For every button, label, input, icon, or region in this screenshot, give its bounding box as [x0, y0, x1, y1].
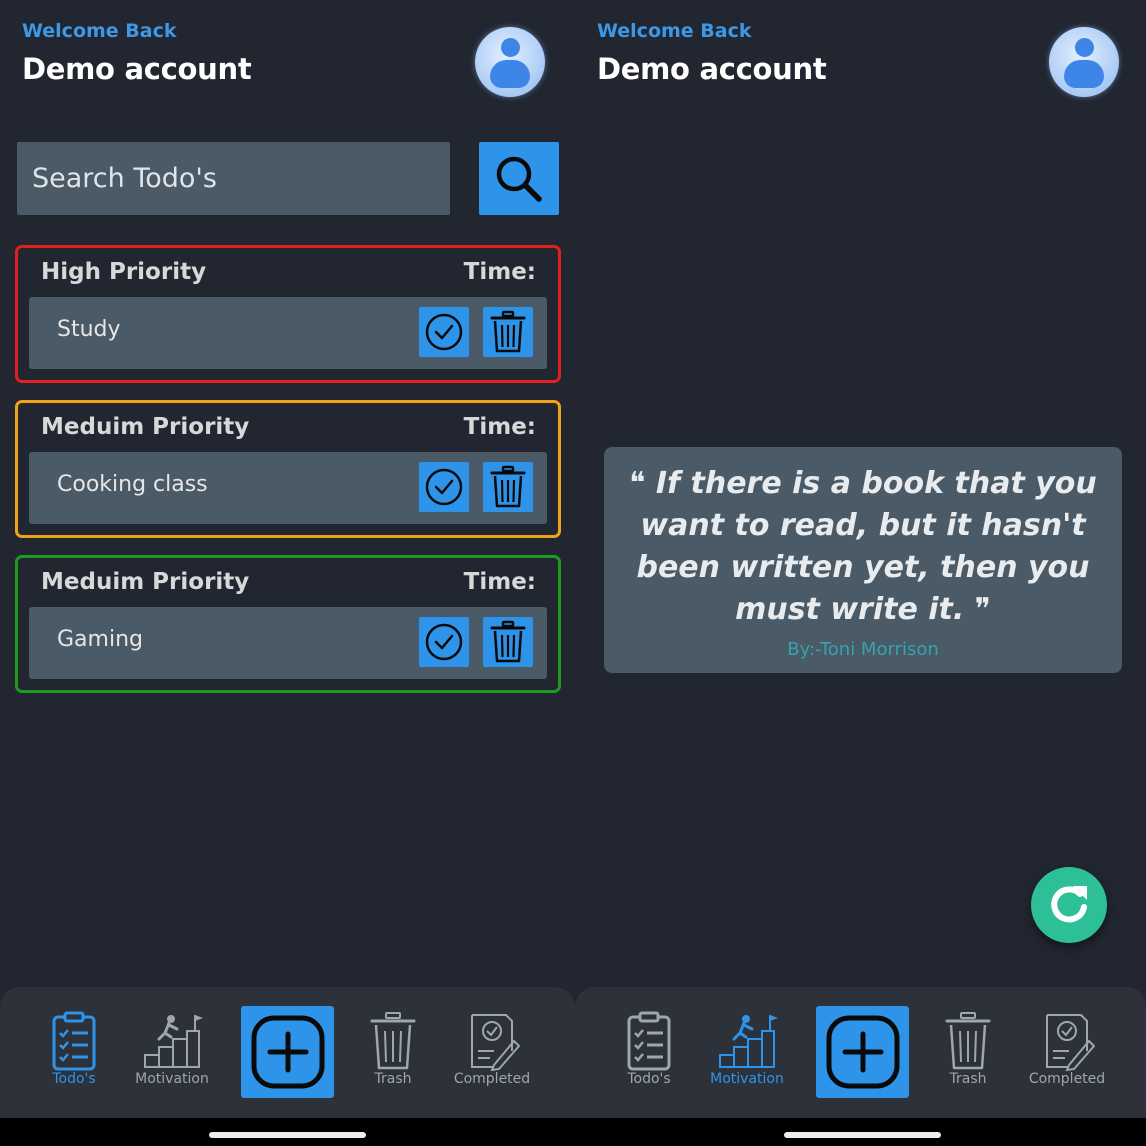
quote-close-mark: ❞ — [974, 592, 991, 627]
todo-item: Gaming — [29, 607, 547, 679]
nav-todos-label: Todo's — [52, 1071, 96, 1087]
nav-completed[interactable]: Completed — [437, 1011, 547, 1087]
avatar[interactable] — [1049, 27, 1119, 97]
quote-author: By:-Toni Morrison — [787, 639, 939, 660]
priority-label: Meduim Priority — [41, 569, 250, 595]
nav-completed-label: Completed — [453, 1071, 531, 1087]
avatar-body — [490, 60, 530, 88]
time-label: Time: — [463, 569, 536, 595]
trash-icon — [490, 465, 526, 508]
todo-item: Cooking class — [29, 452, 547, 524]
welcome-text: Welcome Back — [22, 20, 177, 42]
welcome-text: Welcome Back — [597, 20, 752, 42]
todo-task-text: Gaming — [57, 627, 143, 652]
quote-text: ❝ If there is a book that you want to re… — [614, 463, 1112, 631]
trash-icon — [490, 620, 526, 663]
trash-icon — [945, 1012, 991, 1070]
trash-icon — [490, 310, 526, 353]
motivation-stairs-icon — [144, 1015, 203, 1068]
avatar-head — [501, 38, 520, 57]
check-circle-icon — [425, 313, 463, 351]
trash-icon — [370, 1012, 416, 1070]
add-todo-button[interactable] — [241, 1006, 334, 1098]
time-label: Time: — [463, 414, 536, 440]
quote-open-mark: ❝ — [629, 466, 646, 501]
account-name: Demo account — [597, 52, 827, 86]
todo-task-text: Cooking class — [57, 472, 208, 497]
nav-trash[interactable]: Trash — [338, 1011, 448, 1087]
checklist-icon — [627, 1011, 671, 1071]
nav-todos[interactable]: Todo's — [594, 1011, 704, 1087]
complete-button[interactable] — [419, 307, 469, 357]
plus-icon — [251, 1015, 324, 1089]
search-input[interactable] — [17, 142, 450, 215]
time-label: Time: — [463, 259, 536, 285]
todo-card: Meduim Priority Time: Gaming — [15, 555, 561, 693]
motivation-stairs-icon — [719, 1015, 778, 1068]
nav-todos-label: Todo's — [627, 1071, 671, 1087]
avatar-body — [1064, 60, 1104, 88]
motivation-screen: Welcome Back Demo account ❝ If there is … — [575, 0, 1146, 1118]
add-todo-button[interactable] — [816, 1006, 909, 1098]
refresh-quote-button[interactable] — [1031, 867, 1107, 943]
nav-trash-label: Trash — [949, 1071, 987, 1087]
nav-motivation[interactable]: Motivation — [692, 1011, 802, 1087]
check-circle-icon — [425, 468, 463, 506]
quote-body: If there is a book that you want to read… — [636, 466, 1097, 627]
home-gesture-bar[interactable] — [209, 1132, 366, 1138]
home-gesture-bar[interactable] — [784, 1132, 941, 1138]
nav-trash[interactable]: Trash — [913, 1011, 1023, 1087]
nav-todos[interactable]: Todo's — [19, 1011, 129, 1087]
completed-document-icon — [471, 1014, 520, 1071]
todo-card: High Priority Time: Study — [15, 245, 561, 383]
nav-completed[interactable]: Completed — [1012, 1011, 1122, 1087]
checklist-icon — [52, 1011, 96, 1071]
complete-button[interactable] — [419, 617, 469, 667]
account-name: Demo account — [22, 52, 252, 86]
priority-label: Meduim Priority — [41, 414, 250, 440]
avatar[interactable] — [475, 27, 545, 97]
nav-motivation-label: Motivation — [135, 1071, 209, 1087]
nav-motivation[interactable]: Motivation — [117, 1011, 227, 1087]
priority-label: High Priority — [41, 259, 207, 285]
avatar-head — [1075, 38, 1094, 57]
nav-completed-label: Completed — [1028, 1071, 1106, 1087]
delete-button[interactable] — [483, 462, 533, 512]
complete-button[interactable] — [419, 462, 469, 512]
todo-item: Study — [29, 297, 547, 369]
refresh-icon — [1051, 886, 1087, 923]
plus-icon — [826, 1015, 899, 1089]
nav-trash-label: Trash — [374, 1071, 412, 1087]
todo-card: Meduim Priority Time: Cooking class — [15, 400, 561, 538]
todos-screen: Welcome Back Demo account High Priority … — [0, 0, 575, 1118]
bottom-nav: Todo's Motivation Trash Completed — [0, 987, 575, 1118]
search-button[interactable] — [479, 142, 559, 215]
completed-document-icon — [1046, 1014, 1095, 1071]
search-icon — [496, 156, 542, 202]
todo-task-text: Study — [57, 317, 121, 342]
nav-motivation-label: Motivation — [710, 1071, 784, 1087]
quote-card: ❝ If there is a book that you want to re… — [604, 447, 1122, 673]
bottom-nav: Todo's Motivation Trash Completed — [575, 987, 1146, 1118]
delete-button[interactable] — [483, 617, 533, 667]
check-circle-icon — [425, 623, 463, 661]
delete-button[interactable] — [483, 307, 533, 357]
